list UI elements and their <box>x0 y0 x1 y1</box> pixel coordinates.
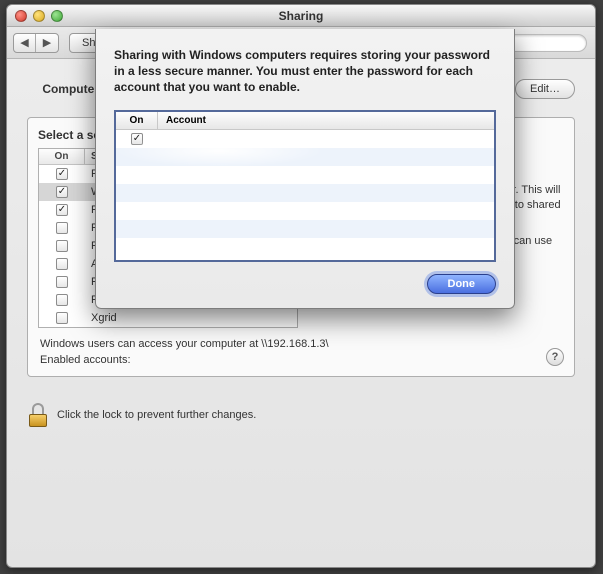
sheet-message: Sharing with Windows computers requires … <box>114 47 496 96</box>
col-account: Account <box>158 112 494 129</box>
checkbox[interactable]: ✓ <box>131 133 143 145</box>
service-row[interactable]: Xgrid <box>39 309 297 327</box>
enabled-accounts: Enabled accounts: <box>40 354 562 366</box>
account-row[interactable] <box>116 166 494 184</box>
titlebar: Sharing <box>7 5 595 27</box>
help-button[interactable]: ? <box>546 348 564 366</box>
checkbox[interactable] <box>56 240 68 252</box>
col-on: On <box>116 112 158 129</box>
minimize-icon[interactable] <box>33 10 45 22</box>
account-row[interactable]: ✓ <box>116 130 494 148</box>
checkbox[interactable] <box>56 258 68 270</box>
checkbox[interactable] <box>56 222 68 234</box>
close-icon[interactable] <box>15 10 27 22</box>
nav-back-forward[interactable]: ◀ ▶ <box>13 33 59 53</box>
account-row[interactable] <box>116 202 494 220</box>
checkbox[interactable] <box>56 294 68 306</box>
preferences-window: Sharing ◀ ▶ Show All ⌕ Computer Name: Ed… <box>6 4 596 568</box>
checkbox[interactable] <box>56 312 68 324</box>
checkbox[interactable] <box>56 276 68 288</box>
service-name: Xgrid <box>85 312 297 324</box>
forward-icon[interactable]: ▶ <box>36 34 58 52</box>
window-title: Sharing <box>7 9 595 23</box>
accounts-table: On Account ✓ <box>114 110 496 262</box>
edit-button[interactable]: Edit… <box>515 79 575 99</box>
access-path: Windows users can access your computer a… <box>40 338 562 350</box>
lock-text: Click the lock to prevent further change… <box>57 409 256 421</box>
window-controls <box>15 10 63 22</box>
zoom-icon[interactable] <box>51 10 63 22</box>
checkbox[interactable]: ✓ <box>56 186 68 198</box>
lock-row: Click the lock to prevent further change… <box>27 403 575 427</box>
accounts-header: On Account <box>116 112 494 130</box>
account-row[interactable] <box>116 148 494 166</box>
done-button[interactable]: Done <box>427 274 497 294</box>
accounts-sheet: Sharing with Windows computers requires … <box>95 29 515 309</box>
col-on: On <box>39 149 85 164</box>
account-row[interactable] <box>116 184 494 202</box>
account-row[interactable] <box>116 238 494 256</box>
back-icon[interactable]: ◀ <box>14 34 36 52</box>
lock-icon[interactable] <box>27 403 49 427</box>
checkbox[interactable]: ✓ <box>56 168 68 180</box>
account-row[interactable] <box>116 220 494 238</box>
checkbox[interactable]: ✓ <box>56 204 68 216</box>
